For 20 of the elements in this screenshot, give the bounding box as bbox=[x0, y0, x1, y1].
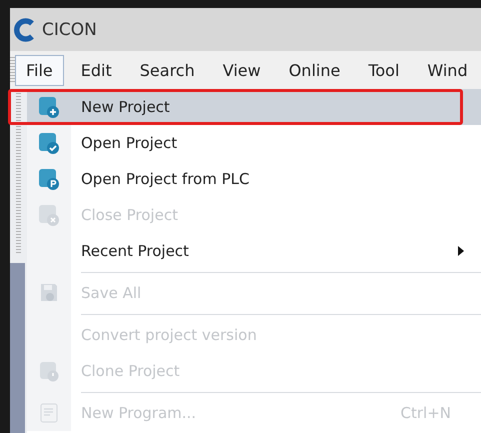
menu-item[interactable]: Edit bbox=[70, 54, 123, 86]
menu-item[interactable]: File bbox=[15, 54, 64, 86]
save-icon bbox=[38, 282, 60, 304]
clone-icon bbox=[38, 360, 60, 382]
menu-item[interactable]: Search bbox=[128, 54, 206, 86]
new-project-icon bbox=[38, 96, 60, 118]
menu-entry[interactable]: Recent Project bbox=[27, 233, 481, 269]
window-title: CICON bbox=[42, 20, 97, 40]
menu-item[interactable]: Wind bbox=[416, 54, 479, 86]
menu-item[interactable]: Tool bbox=[357, 54, 410, 86]
menu-item[interactable]: View bbox=[212, 54, 272, 86]
menu-item[interactable]: Online bbox=[278, 54, 352, 86]
submenu-arrow-icon bbox=[457, 246, 465, 256]
open-project-icon bbox=[38, 132, 60, 154]
app-logo-icon bbox=[14, 18, 36, 42]
close-project-icon bbox=[38, 204, 60, 226]
menu-entry[interactable]: Open Project from PLC bbox=[27, 161, 481, 197]
project-plc-icon bbox=[38, 168, 60, 190]
document-icon bbox=[38, 402, 60, 424]
menu-entry[interactable]: Open Project bbox=[27, 125, 481, 161]
